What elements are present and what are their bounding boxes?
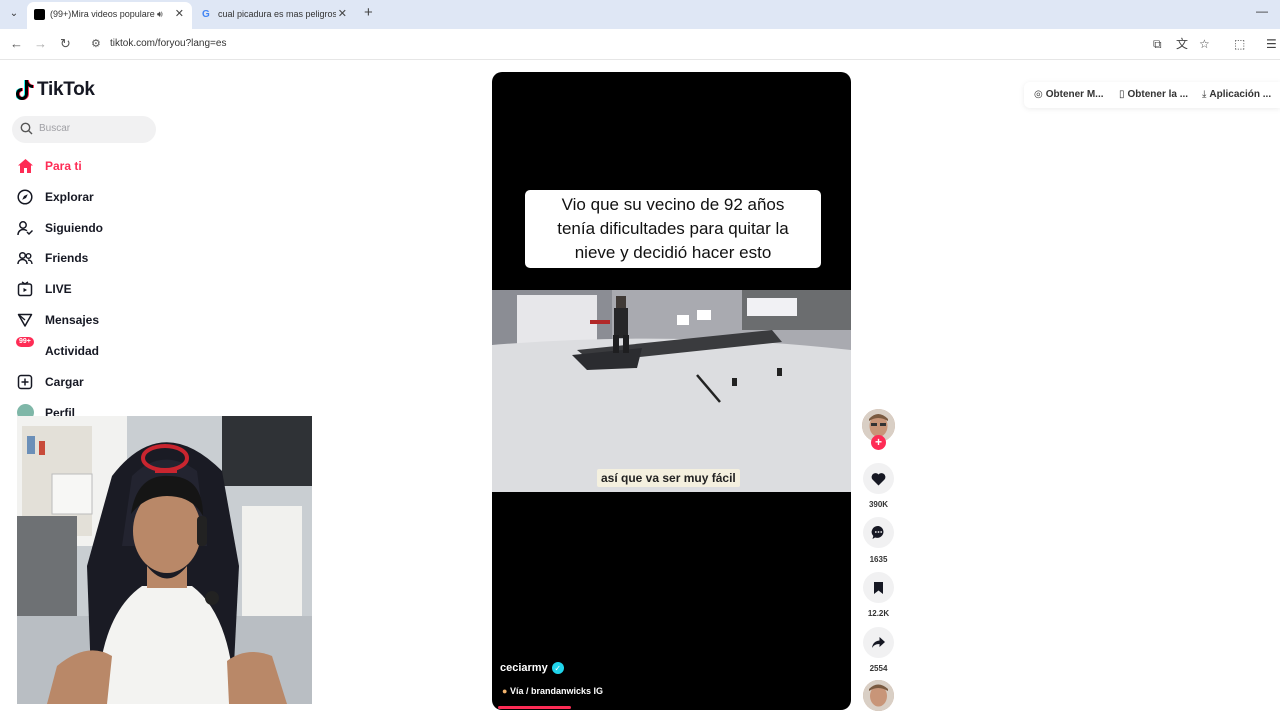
tab-tiktok[interactable]: (99+)Mira videos populares de 🔊︎ ✕: [27, 2, 192, 29]
webcam-scene-image: [17, 416, 312, 704]
nav-item-siguiendo[interactable]: Siguiendo: [16, 217, 216, 239]
tab-close-icon[interactable]: ✕: [338, 2, 347, 27]
compass-icon: [16, 188, 34, 206]
reload-icon[interactable]: ↻: [60, 36, 71, 52]
nav-label: Para ti: [45, 159, 82, 173]
back-arrow-icon[interactable]: ←: [10, 36, 23, 52]
link-label: Aplicación ...: [1209, 89, 1272, 100]
bookmark-icon: [874, 581, 883, 594]
save-button[interactable]: [863, 572, 894, 603]
description-text: Vía / brandanwicks IG: [509, 686, 603, 696]
live-icon: [16, 280, 34, 298]
comment-icon: [871, 525, 884, 539]
nav-item-mensajes[interactable]: Mensajes: [16, 309, 216, 331]
nav-label: Cargar: [45, 375, 84, 389]
desktop-app-link[interactable]: ⤓ Aplicación ...: [1202, 89, 1271, 100]
download-icon: ⤓: [1202, 89, 1207, 100]
omnibox[interactable]: ⚙︎ tiktok.com/foryou?lang=es: [84, 33, 1144, 56]
phone-icon: ▯: [1119, 89, 1125, 100]
side-panel-icon[interactable]: ☰: [1266, 36, 1277, 52]
search-placeholder[interactable]: Buscar: [39, 123, 70, 134]
video-description: ● Vía / brandanwicks IG: [502, 686, 603, 696]
comment-button[interactable]: [863, 517, 894, 548]
logo-text: TikTok: [37, 79, 95, 100]
nav-item-friends[interactable]: Friends: [16, 247, 216, 269]
nav-label: Actividad: [45, 344, 100, 358]
get-coins-link[interactable]: ◎ Obtener M...: [1034, 89, 1104, 100]
forward-arrow-icon[interactable]: →: [34, 36, 47, 52]
next-creator-avatar[interactable]: [863, 680, 894, 711]
search-icon: [20, 122, 33, 135]
translate-icon[interactable]: 文: [1176, 36, 1188, 52]
site-info-icon[interactable]: ⚙︎: [91, 37, 101, 50]
upload-icon: [16, 373, 34, 391]
browser-tab-strip: ⌄ (99+)Mira videos populares de 🔊︎ ✕ G c…: [0, 0, 1280, 29]
coin-icon: ◎: [1034, 89, 1043, 100]
install-app-icon[interactable]: ⧉: [1153, 36, 1162, 52]
tab-search-chevron-icon[interactable]: ⌄: [6, 6, 22, 22]
nav-item-explorar[interactable]: Explorar: [16, 186, 216, 208]
messages-icon: [16, 311, 34, 329]
video-scene-image: [492, 290, 851, 492]
bookmark-star-icon[interactable]: ☆: [1199, 36, 1210, 52]
follow-plus-button[interactable]: +: [871, 435, 886, 450]
nav-label: LIVE: [45, 282, 72, 296]
top-right-links: ◎ Obtener M... ▯ Obtener la ... ⤓ Aplica…: [1024, 82, 1280, 108]
google-favicon-icon: G: [202, 9, 210, 20]
video-author[interactable]: ceciarmy ✓: [500, 662, 564, 674]
tiktok-logo[interactable]: TikTok: [16, 78, 95, 102]
comment-count: 1635: [869, 555, 888, 564]
tab-close-icon[interactable]: ✕: [175, 2, 184, 27]
get-app-link[interactable]: ▯ Obtener la ...: [1119, 89, 1188, 100]
url-text[interactable]: tiktok.com/foryou?lang=es: [110, 38, 226, 49]
nav-label: Mensajes: [45, 313, 100, 327]
share-count: 2554: [869, 664, 888, 673]
verified-badge-icon: ✓: [551, 662, 564, 674]
nav-item-cargar[interactable]: Cargar: [16, 371, 216, 393]
save-count: 12.2K: [867, 609, 890, 618]
video-caption-box: Vio que su vecino de 92 años tenía dific…: [525, 190, 821, 268]
nav-item-para-ti[interactable]: Para ti: [16, 155, 216, 177]
video-player[interactable]: Vio que su vecino de 92 años tenía dific…: [492, 72, 851, 710]
activity-icon: 99+: [16, 337, 34, 360]
tab-title: (99+)Mira videos populares de: [50, 9, 155, 19]
pointing-emoji-icon: ●: [502, 686, 508, 696]
nav-label: Explorar: [45, 190, 94, 204]
friends-icon: [16, 249, 34, 267]
link-label: Obtener M...: [1045, 89, 1104, 100]
like-count: 390K: [868, 500, 889, 509]
extensions-icon[interactable]: ⬚: [1234, 36, 1245, 52]
activity-badge: 99+: [16, 337, 34, 347]
nav-label: Siguiendo: [45, 221, 103, 235]
following-icon: [16, 219, 34, 237]
video-progress-bar[interactable]: [498, 706, 571, 709]
webcam-overlay: [17, 416, 312, 704]
tiktok-note-icon: [16, 80, 34, 100]
heart-icon: [871, 472, 886, 485]
new-tab-button[interactable]: +: [364, 5, 373, 21]
search-box[interactable]: Buscar: [12, 116, 156, 143]
author-name[interactable]: ceciarmy: [500, 662, 548, 674]
like-button[interactable]: [863, 463, 894, 494]
nav-item-perfil[interactable]: Perfil: [16, 401, 216, 417]
link-label: Obtener la ...: [1127, 89, 1189, 100]
tiktok-favicon-icon: [34, 9, 45, 20]
tab-title: cual picadura es mas peligrosa: [218, 9, 336, 19]
nav-item-live[interactable]: LIVE: [16, 278, 216, 300]
window-minimize-icon[interactable]: —: [1256, 4, 1268, 18]
share-button[interactable]: [863, 627, 894, 658]
profile-avatar: [16, 401, 34, 417]
home-icon: [16, 157, 34, 175]
nav-item-actividad[interactable]: 99+ Actividad: [16, 337, 216, 362]
tab-google[interactable]: G cual picadura es mas peligrosa ✕: [195, 2, 355, 29]
video-subtitle: así que va ser muy fácil: [597, 469, 740, 487]
nav-label: Friends: [45, 251, 89, 265]
speaker-icon[interactable]: 🔊︎: [157, 2, 163, 27]
share-arrow-icon: [872, 637, 885, 648]
address-bar-row: ← → ↻ ⚙︎ tiktok.com/foryou?lang=es ⧉ 文 ☆…: [0, 29, 1280, 60]
